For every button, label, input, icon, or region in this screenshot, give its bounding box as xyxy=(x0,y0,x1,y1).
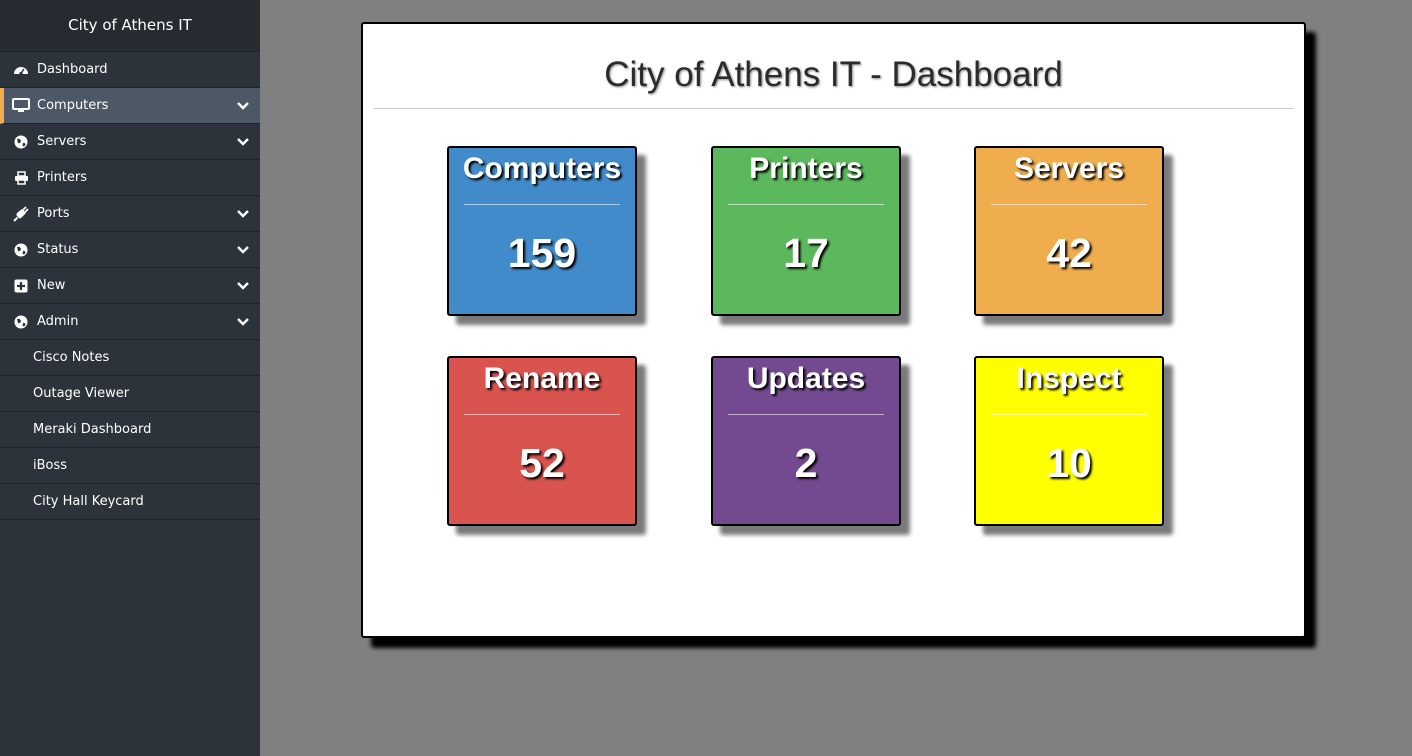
sidebar-item-computers[interactable]: Computers xyxy=(0,88,260,124)
globe-icon xyxy=(12,242,30,258)
chevron-down-icon[interactable] xyxy=(236,243,250,257)
tile-updates[interactable]: Updates 2 xyxy=(711,356,901,526)
sidebar-subitem-cisco-notes[interactable]: Cisco Notes xyxy=(0,340,260,376)
globe-icon xyxy=(12,134,30,150)
tile-divider xyxy=(464,414,620,415)
chevron-down-icon[interactable] xyxy=(236,315,250,329)
sidebar: City of Athens IT Dashboard Computers Se… xyxy=(0,0,260,756)
tile-label: Computers xyxy=(462,152,622,185)
sidebar-item-label: Dashboard xyxy=(37,62,108,77)
sidebar-subitem-outage-viewer[interactable]: Outage Viewer xyxy=(0,376,260,412)
sidebar-subitem-city-hall-keycard[interactable]: City Hall Keycard xyxy=(0,484,260,520)
tile-divider xyxy=(728,204,884,205)
tile-count: 10 xyxy=(1046,440,1092,486)
plus-square-icon xyxy=(12,278,30,294)
tile-label: Rename xyxy=(483,362,601,395)
chevron-down-icon[interactable] xyxy=(236,99,250,113)
plug-icon xyxy=(12,205,30,222)
monitor-icon xyxy=(12,98,30,114)
printer-icon xyxy=(12,170,30,186)
tile-printers[interactable]: Printers 17 xyxy=(711,146,901,316)
sidebar-item-status[interactable]: Status xyxy=(0,232,260,268)
sidebar-item-label: Status xyxy=(37,242,79,257)
tile-divider xyxy=(464,204,620,205)
tile-divider xyxy=(728,414,884,415)
tile-label: Printers xyxy=(749,152,863,185)
sidebar-item-servers[interactable]: Servers xyxy=(0,124,260,160)
sidebar-item-ports[interactable]: Ports xyxy=(0,196,260,232)
chevron-down-icon[interactable] xyxy=(236,279,250,293)
tile-divider xyxy=(991,204,1147,205)
dashboard-panel: City of Athens IT - Dashboard Computers … xyxy=(361,22,1306,638)
page-title: City of Athens IT - Dashboard xyxy=(604,55,1063,94)
tile-count: 42 xyxy=(1046,230,1092,276)
tile-count: 2 xyxy=(794,440,818,486)
tile-servers[interactable]: Servers 42 xyxy=(974,146,1164,316)
chevron-down-icon[interactable] xyxy=(236,135,250,149)
tile-count: 17 xyxy=(783,230,829,276)
sidebar-item-new[interactable]: New xyxy=(0,268,260,304)
tile-inspect[interactable]: Inspect 10 xyxy=(974,356,1164,526)
dashboard-icon xyxy=(12,62,30,78)
tile-divider xyxy=(991,414,1147,415)
sidebar-item-label: New xyxy=(37,278,66,293)
title-divider xyxy=(374,108,1294,109)
sidebar-item-dashboard[interactable]: Dashboard xyxy=(0,52,260,88)
sidebar-item-printers[interactable]: Printers xyxy=(0,160,260,196)
sidebar-item-label: Servers xyxy=(37,134,87,149)
sidebar-brand[interactable]: City of Athens IT xyxy=(0,0,260,52)
sidebar-item-label: Admin xyxy=(37,314,79,329)
sidebar-item-admin[interactable]: Admin xyxy=(0,304,260,340)
tile-rename[interactable]: Rename 52 xyxy=(447,356,637,526)
sidebar-subitem-iboss[interactable]: iBoss xyxy=(0,448,260,484)
tile-label: Servers xyxy=(1013,152,1125,185)
globe-icon xyxy=(12,314,30,330)
tile-count: 159 xyxy=(507,230,577,276)
sidebar-item-label: Printers xyxy=(37,170,88,185)
tile-label: Updates xyxy=(746,362,866,395)
tile-label: Inspect xyxy=(1016,362,1122,395)
sidebar-item-label: Computers xyxy=(37,98,109,113)
sidebar-subitem-meraki-dashboard[interactable]: Meraki Dashboard xyxy=(0,412,260,448)
tile-count: 52 xyxy=(519,440,565,486)
sidebar-item-label: Ports xyxy=(37,206,70,221)
chevron-down-icon[interactable] xyxy=(236,207,250,221)
tile-computers[interactable]: Computers 159 xyxy=(447,146,637,316)
